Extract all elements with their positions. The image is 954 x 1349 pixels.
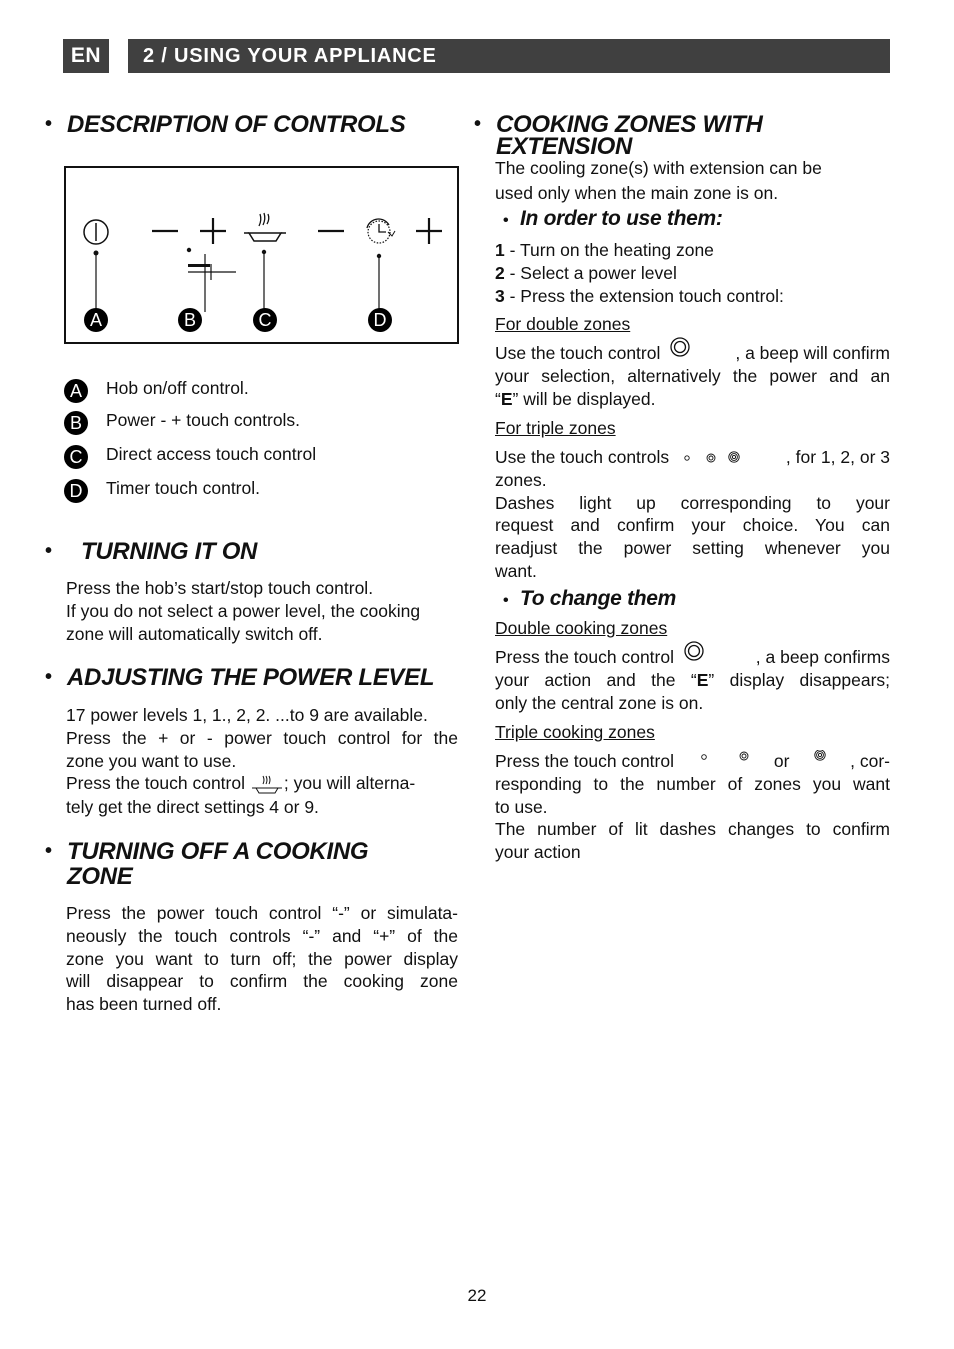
plus-icon	[416, 218, 442, 244]
power-icon	[83, 219, 109, 245]
steps-list: 1 - Turn on the heating zone 2 - Select …	[495, 239, 890, 307]
change-triple-text: Press the touch control or , cor- respon…	[495, 750, 890, 863]
double-zone-icon	[670, 337, 690, 358]
bullet-icon: •	[45, 666, 52, 688]
legend-badge: C	[64, 445, 88, 469]
double-zone-icon	[706, 453, 716, 463]
in-order-to-use-heading: • In order to use them:	[503, 207, 723, 231]
extension-intro-text: The cooling zone(s) with extension can b…	[495, 158, 822, 203]
single-zone-icon	[701, 754, 708, 760]
change-double-text: Press the touch control , a beep confirm…	[495, 641, 890, 714]
bullet-icon: •	[45, 840, 52, 862]
legend-text: Timer touch control.	[106, 478, 260, 498]
zone-count-icons	[684, 451, 740, 464]
double-zone-icon	[739, 751, 749, 761]
step-item: 1 - Turn on the heating zone	[495, 240, 714, 260]
legend-badge: A	[64, 379, 88, 403]
cooking-zones-extension-heading: • COOKING ZONES WITH EXTENSION	[474, 111, 763, 160]
step-item: 3 - Press the extension touch control:	[495, 285, 784, 306]
legend-item: C Direct access touch control	[64, 444, 316, 469]
label-badge-c: C	[253, 308, 277, 332]
triple-zone-icon	[814, 750, 826, 761]
triple-zone-icon	[728, 451, 740, 464]
for-triple-zones-heading: For triple zones	[495, 418, 616, 438]
legend-item: D Timer touch control.	[64, 478, 260, 503]
control-panel-diagram: A B C D	[64, 166, 459, 344]
direct-access-pan-icon	[251, 775, 282, 794]
legend-badge: B	[64, 411, 88, 435]
legend-item: A Hob on/off control.	[64, 378, 249, 403]
bullet-icon: •	[45, 113, 52, 135]
bullet-icon: •	[503, 592, 509, 609]
step-item: 2 - Select a power level	[495, 262, 677, 283]
legend-text: Hob on/off control.	[106, 378, 249, 398]
single-zone-icon	[684, 455, 690, 462]
for-double-zones-heading: For double zones	[495, 314, 631, 334]
bullet-icon: •	[45, 540, 52, 562]
section-header: 2 / USING YOUR APPLIANCE	[128, 39, 890, 73]
power-level-text: 17 power levels 1, 1., 2, 2. ...to 9 are…	[66, 705, 458, 817]
direct-access-pan-icon	[244, 212, 286, 242]
double-zone-icon	[684, 641, 704, 662]
double-zones-text: Use the touch control , a beep will conf…	[495, 337, 890, 410]
turning-off-text: Press the power touch control “-” or sim…	[66, 903, 458, 1015]
plus-icon	[200, 218, 226, 244]
to-change-them-heading: • To change them	[503, 587, 676, 611]
legend-item: B Power - + touch controls.	[64, 410, 300, 435]
turning-it-on-heading: • TURNING IT ON	[45, 538, 258, 565]
double-cooking-zones-heading: Double cooking zones	[495, 618, 668, 638]
timer-icon	[366, 218, 396, 244]
turning-it-on-text: Press the hob’s start/stop touch control…	[66, 578, 421, 644]
bullet-icon: •	[503, 212, 509, 229]
label-badge-a: A	[84, 308, 108, 332]
dual-zone-indicator-icon	[188, 254, 236, 312]
legend-text: Power - + touch controls.	[106, 410, 301, 430]
turning-off-heading: • TURNING OFF A COOKING ZONE	[45, 838, 369, 890]
legend-badge: D	[64, 479, 88, 503]
adjusting-power-level-heading: • ADJUSTING THE POWER LEVEL	[45, 664, 435, 691]
triple-cooking-zones-heading: Triple cooking zones	[495, 722, 655, 742]
label-badge-d: D	[368, 308, 392, 332]
legend-text: Direct access touch control	[106, 444, 317, 464]
bullet-icon: •	[474, 113, 481, 135]
description-of-controls-heading: • DESCRIPTION OF CONTROLS	[45, 111, 406, 138]
language-badge: EN	[63, 39, 109, 73]
label-badge-b: B	[178, 308, 202, 332]
triple-zones-text: Use the touch controls , for 1, 2, or 3 …	[495, 447, 890, 581]
page-number: 22	[467, 1286, 487, 1305]
